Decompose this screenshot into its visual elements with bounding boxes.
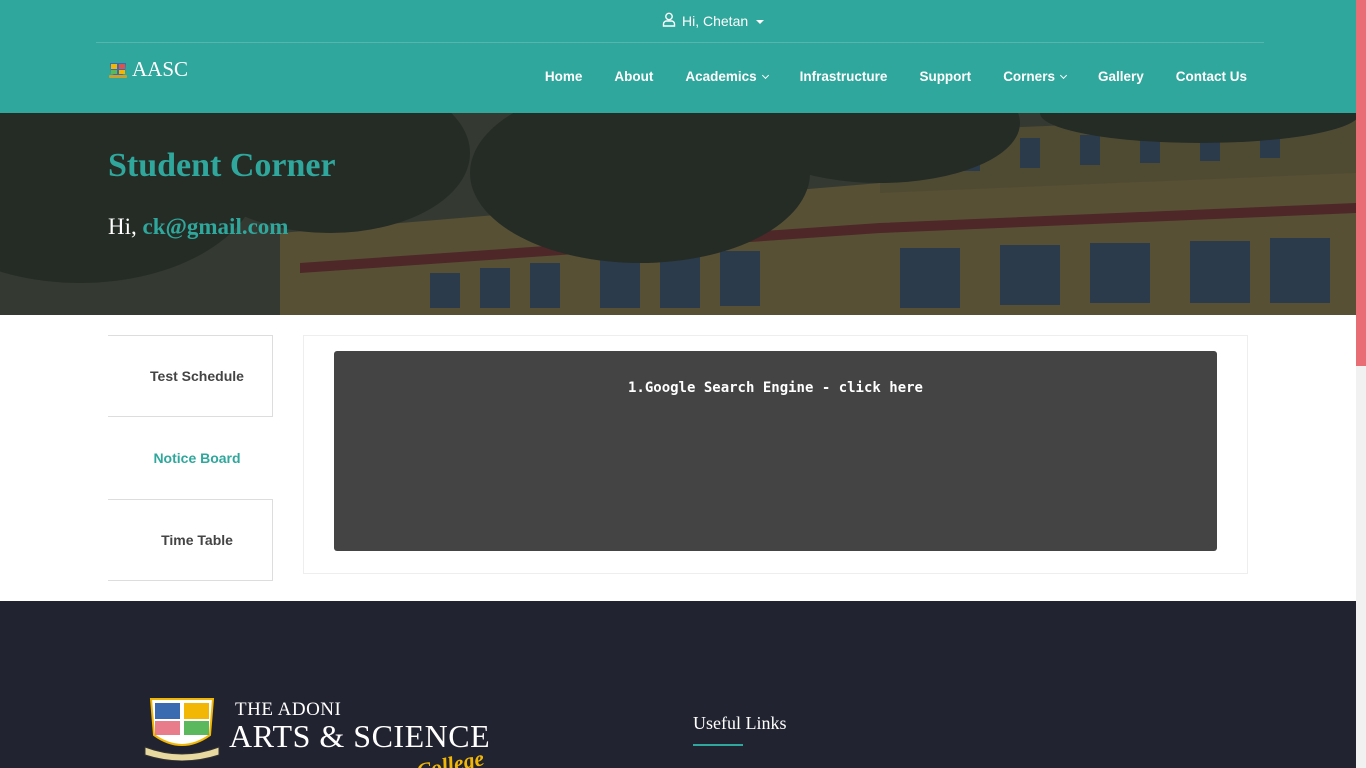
user-greeting: Hi, Chetan xyxy=(682,13,749,29)
nav-contact-us[interactable]: Contact Us xyxy=(1176,69,1247,84)
nav-gallery[interactable]: Gallery xyxy=(1098,69,1144,84)
greeting-prefix: Hi, xyxy=(108,214,143,239)
brand-name: AASC xyxy=(132,57,189,81)
nav-infrastructure[interactable]: Infrastructure xyxy=(800,69,888,84)
top-bar: Hi, Chetan xyxy=(96,0,1264,43)
nav-label: Gallery xyxy=(1097,69,1144,84)
page-title: Student Corner xyxy=(108,147,336,184)
footer-logo-line2: ARTS & SCIENCE xyxy=(229,718,491,754)
nav-label: Corners xyxy=(1003,69,1055,84)
sidebar-item-time-table[interactable]: Time Table xyxy=(108,499,273,581)
site-footer: THE ADONI ARTS & SCIENCE College Useful … xyxy=(0,601,1356,768)
college-crest-icon xyxy=(109,62,127,78)
sidebar-item-notice-board[interactable]: Notice Board xyxy=(108,417,273,499)
main-nav: Home About Academics Infrastructure Supp… xyxy=(513,69,1247,84)
nav-label: Support xyxy=(919,69,972,84)
user-icon xyxy=(662,12,676,30)
sidebar-item-label: Notice Board xyxy=(153,450,241,466)
nav-academics[interactable]: Academics xyxy=(685,69,769,84)
notice-item-link[interactable]: 1.Google Search Engine - click here xyxy=(334,380,1217,396)
nav-support[interactable]: Support xyxy=(919,69,971,84)
nav-corners[interactable]: Corners xyxy=(1003,69,1067,84)
college-crest-icon xyxy=(144,698,220,761)
user-email: ck@gmail.com xyxy=(142,214,289,239)
sidebar-item-test-schedule[interactable]: Test Schedule xyxy=(108,335,273,417)
nav-home[interactable]: Home xyxy=(545,69,583,84)
page-scrollbar[interactable] xyxy=(1356,0,1366,768)
heading-underline xyxy=(693,744,743,746)
chevron-down-icon xyxy=(1059,71,1067,79)
nav-label: About xyxy=(614,69,654,84)
notice-board: 1.Google Search Engine - click here xyxy=(334,351,1217,551)
content-panel: 1.Google Search Engine - click here xyxy=(303,335,1248,574)
nav-label: Infrastructure xyxy=(799,69,888,84)
sidebar-item-label: Time Table xyxy=(161,532,233,548)
nav-label: Home xyxy=(544,69,583,84)
hero-banner: Student Corner Hi, ck@gmail.com xyxy=(0,113,1356,315)
user-greeting-hero: Hi, ck@gmail.com xyxy=(108,214,288,240)
scrollbar-thumb[interactable] xyxy=(1356,0,1366,366)
sidebar-item-label: Test Schedule xyxy=(150,368,244,384)
nav-label: Academics xyxy=(685,69,757,84)
useful-links-heading: Useful Links xyxy=(693,713,787,733)
student-corner-sidebar: Test Schedule Notice Board Time Table xyxy=(108,335,273,581)
nav-label: Contact Us xyxy=(1175,69,1247,84)
nav-about[interactable]: About xyxy=(614,69,653,84)
chevron-down-icon xyxy=(761,71,769,79)
caret-down-icon xyxy=(756,20,765,24)
site-header: Hi, Chetan AASC Home About Academics Inf… xyxy=(0,0,1356,113)
user-menu[interactable]: Hi, Chetan xyxy=(662,12,765,30)
brand-logo[interactable]: AASC xyxy=(108,57,188,82)
